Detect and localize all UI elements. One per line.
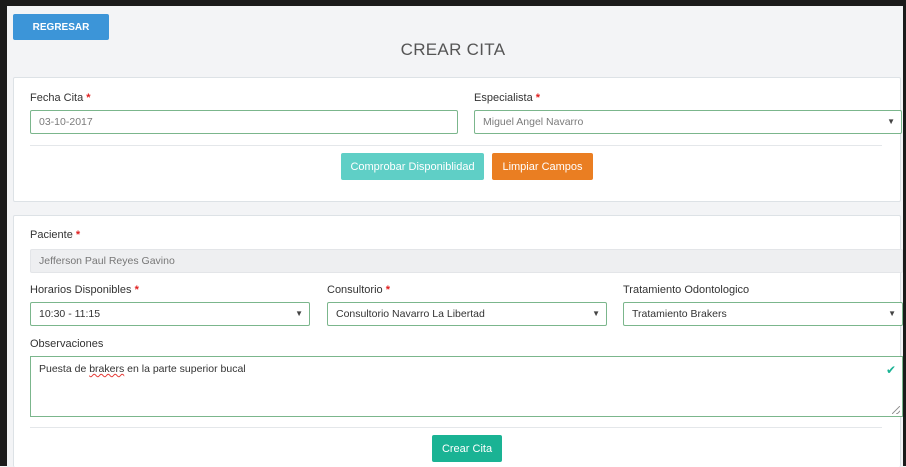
specialist-select[interactable]: Miguel Angel Navarro ▼ xyxy=(474,110,902,134)
patient-label: Paciente * xyxy=(30,229,80,241)
office-label-text: Consultorio xyxy=(327,284,383,296)
treatment-label-text: Tratamiento Odontologico xyxy=(623,284,750,296)
required-marker: * xyxy=(75,229,81,241)
patient-value: Jefferson Paul Reyes Gavino xyxy=(39,255,175,267)
date-label: Fecha Cita * xyxy=(30,92,91,104)
treatment-select[interactable]: Tratamiento Brakers ▼ xyxy=(623,302,903,326)
create-appointment-button[interactable]: Crear Cita xyxy=(432,435,502,462)
dropdown-arrow-icon: ▼ xyxy=(888,309,896,318)
office-select[interactable]: Consultorio Navarro La Libertad ▼ xyxy=(327,302,607,326)
dropdown-arrow-icon: ▼ xyxy=(592,309,600,318)
back-button[interactable]: REGRESAR xyxy=(13,14,109,40)
notes-textarea[interactable]: Puesta de brakers en la parte superior b… xyxy=(30,356,903,417)
notes-text-end: en la parte superior bucal xyxy=(124,363,246,375)
required-marker: * xyxy=(86,92,91,104)
notes-text-start: Puesta de xyxy=(39,363,90,375)
page-title: CREAR CITA xyxy=(400,40,506,59)
patient-panel: Paciente * Jefferson Paul Reyes Gavino H… xyxy=(13,215,903,467)
treatment-label: Tratamiento Odontologico xyxy=(623,284,749,296)
hours-value: 10:30 - 11:15 xyxy=(39,308,101,320)
check-availability-button[interactable]: Comprobar Disponiblidad xyxy=(341,153,484,180)
specialist-label-text: Especialista xyxy=(474,92,533,104)
window-border-top xyxy=(0,0,906,6)
office-label: Consultorio * xyxy=(327,284,390,296)
window-border-left xyxy=(0,0,7,466)
hours-select[interactable]: 10:30 - 11:15 ▼ xyxy=(30,302,310,326)
check-icon: ✔ xyxy=(885,363,896,377)
dropdown-arrow-icon: ▼ xyxy=(295,309,303,318)
appointment-panel: Fecha Cita * 03-10-2017 Especialista * M… xyxy=(13,77,902,202)
date-label-text: Fecha Cita xyxy=(30,92,84,104)
hours-label-text: Horarios Disponibles xyxy=(30,284,132,296)
treatment-value: Tratamiento Brakers xyxy=(632,308,727,320)
dropdown-arrow-icon: ▼ xyxy=(887,117,895,126)
divider xyxy=(30,427,882,428)
specialist-label: Especialista * xyxy=(474,92,540,104)
notes-label: Observaciones xyxy=(30,338,104,350)
patient-label-text: Paciente xyxy=(30,229,73,241)
notes-misspelled-word: brakers xyxy=(89,363,125,375)
divider xyxy=(30,145,882,146)
resize-handle-icon[interactable] xyxy=(892,406,900,414)
specialist-value: Miguel Angel Navarro xyxy=(483,116,584,128)
office-value: Consultorio Navarro La Libertad xyxy=(336,308,485,320)
required-marker: * xyxy=(535,92,541,104)
clear-fields-button[interactable]: Limpiar Campos xyxy=(492,153,593,180)
patient-input[interactable]: Jefferson Paul Reyes Gavino xyxy=(30,249,903,273)
required-marker: * xyxy=(134,284,139,296)
hours-label: Horarios Disponibles * xyxy=(30,284,139,296)
required-marker: * xyxy=(385,284,390,296)
date-input[interactable]: 03-10-2017 xyxy=(30,110,458,134)
date-value: 03-10-2017 xyxy=(39,116,93,128)
